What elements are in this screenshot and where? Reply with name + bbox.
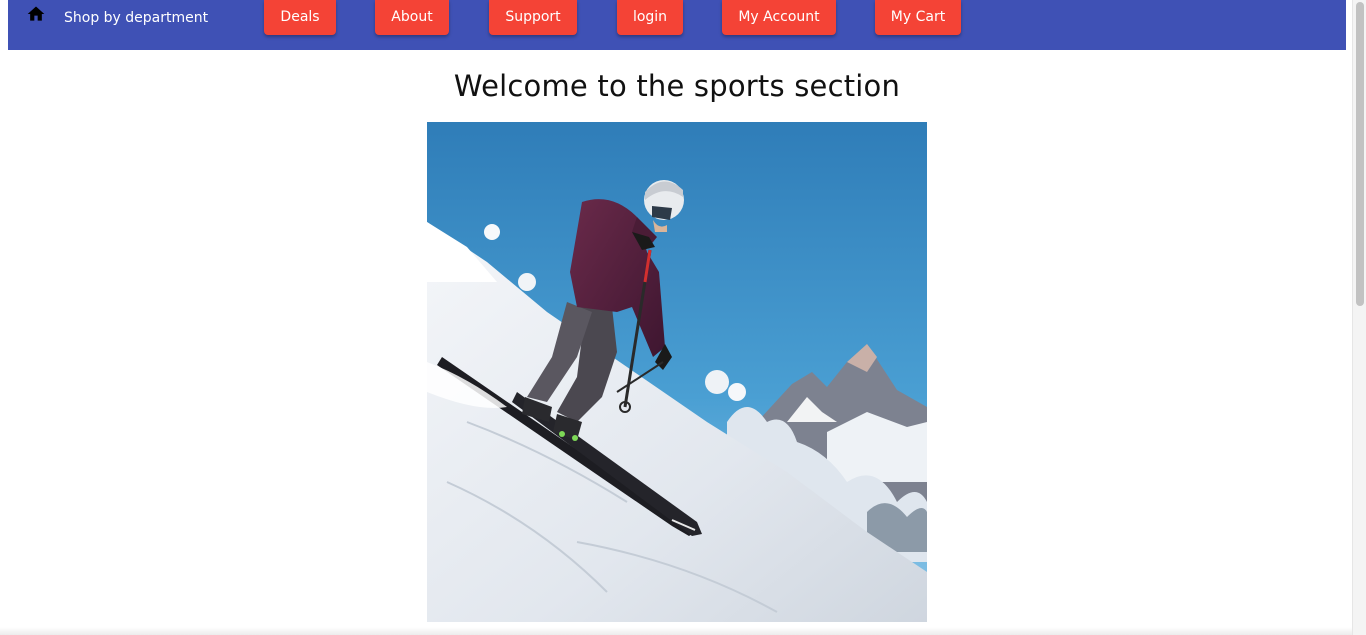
deals-button[interactable]: Deals xyxy=(264,0,336,35)
bottom-edge xyxy=(0,627,1352,635)
page: Shop by department Deals About Support l… xyxy=(0,0,1366,635)
my-account-button[interactable]: My Account xyxy=(722,0,836,35)
about-button[interactable]: About xyxy=(375,0,449,35)
page-title: Welcome to the sports section xyxy=(453,69,901,103)
scrollbar-thumb[interactable] xyxy=(1356,2,1364,306)
top-navbar: Shop by department Deals About Support l… xyxy=(8,0,1346,50)
home-icon[interactable] xyxy=(26,4,46,24)
hero-image-skier xyxy=(427,122,927,622)
vertical-scrollbar[interactable] xyxy=(1352,0,1366,635)
shop-by-department-link[interactable]: Shop by department xyxy=(64,9,208,27)
login-button[interactable]: login xyxy=(617,0,683,35)
my-cart-button[interactable]: My Cart xyxy=(875,0,961,35)
support-button[interactable]: Support xyxy=(489,0,577,35)
